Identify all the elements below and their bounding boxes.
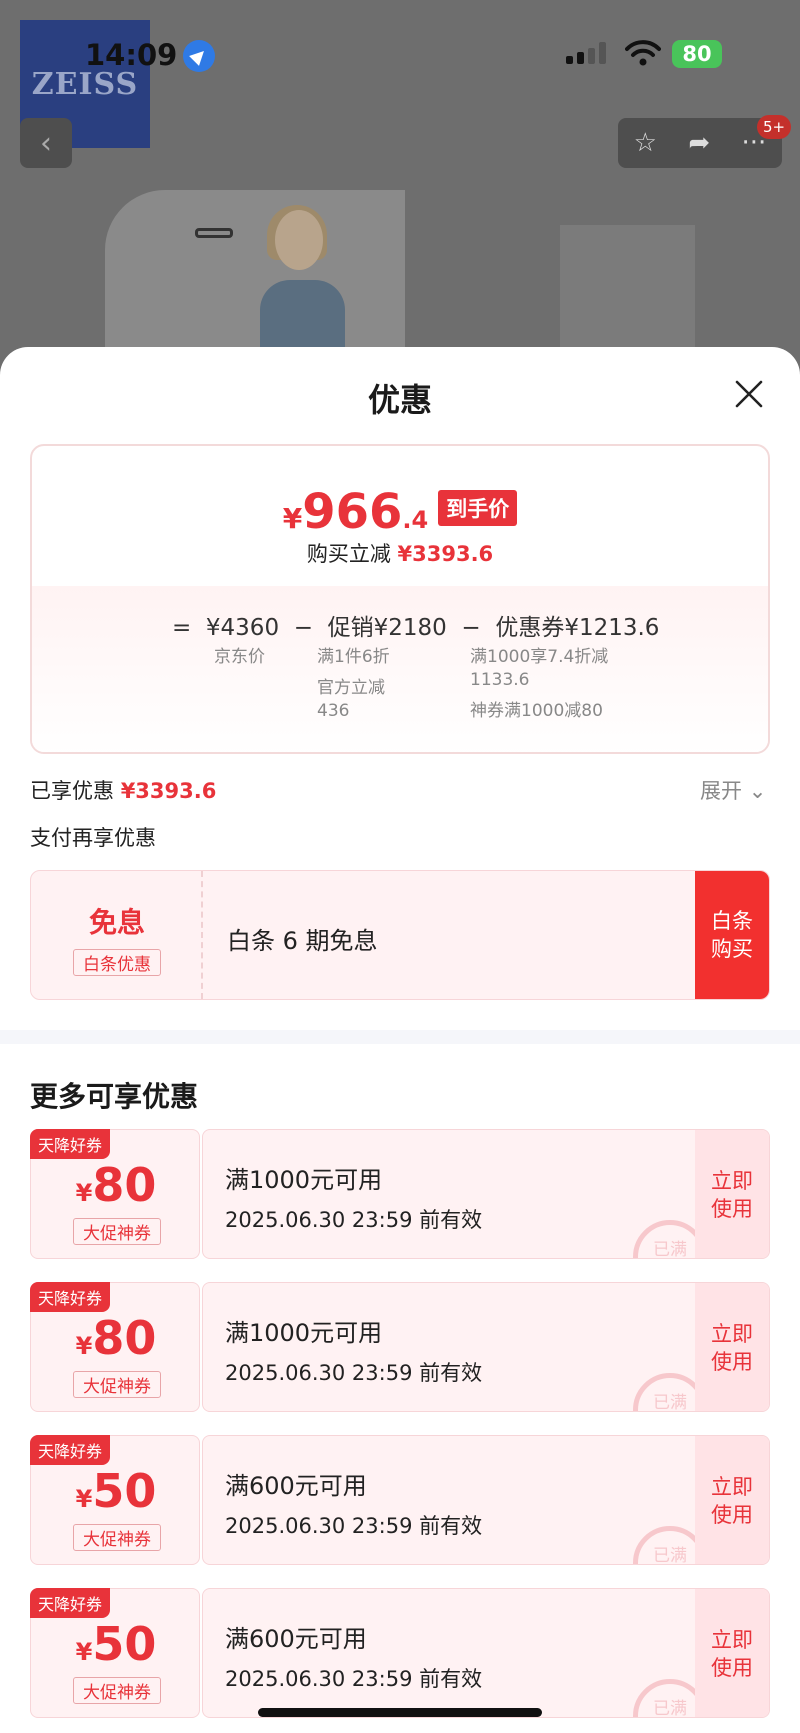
- coupon-condition: 满1000元可用: [225, 1166, 383, 1194]
- price-summary-card: ¥ 966 .4 到手价 购买立减 ¥3393.6 = ¥4360 − 促销¥2…: [30, 444, 770, 754]
- coupon-condition: 满600元可用: [225, 1472, 367, 1500]
- use-coupon-button[interactable]: 立即 使用: [695, 1283, 769, 1411]
- signal-icon: [566, 42, 610, 64]
- baitiao-description: 白条 6 期免息: [227, 927, 378, 955]
- coupon-note: 满1000享7.4折减 1133.6 神券满1000减80: [470, 647, 609, 721]
- interest-free-label: 免息: [88, 906, 145, 939]
- coupon-validity: 2025.06.30 23:59 前有效: [225, 1361, 483, 1385]
- coupon-amount: ¥50: [75, 1617, 157, 1671]
- chevron-left-icon: ‹: [40, 125, 52, 161]
- expand-button[interactable]: 展开 ⌄: [700, 775, 766, 805]
- sheet-title: 优惠: [367, 381, 432, 419]
- coupon-amount: ¥80: [75, 1311, 157, 1365]
- final-price: ¥ 966 .4 到手价: [32, 484, 768, 540]
- coupon-corner-tag: 天降好券: [30, 1282, 111, 1312]
- final-price-tag: 到手价: [438, 490, 518, 526]
- coupon-type-tag: 大促神券: [73, 1218, 161, 1245]
- coupon-card: 天降好券 ¥80 大促神券 满1000元可用 2025.06.30 23:59 …: [30, 1282, 770, 1412]
- coupon-type-tag: 大促神券: [73, 1371, 161, 1398]
- back-button[interactable]: ‹: [20, 118, 72, 168]
- coupon-validity: 2025.06.30 23:59 前有效: [225, 1667, 483, 1691]
- coupon-corner-tag: 天降好券: [30, 1435, 111, 1465]
- coupon-condition: 满1000元可用: [225, 1319, 383, 1347]
- use-coupon-button[interactable]: 立即 使用: [695, 1589, 769, 1717]
- list-price-note: 京东价: [214, 647, 265, 667]
- coupon-card: 天降好券 ¥50 大促神券 满600元可用 2025.06.30 23:59 前…: [30, 1588, 770, 1718]
- payment-offers-title: 支付再享优惠: [30, 826, 156, 850]
- coupon-card: 天降好券 ¥80 大促神券 满1000元可用 2025.06.30 23:59 …: [30, 1129, 770, 1259]
- coupon-amount: ¥80: [75, 1158, 157, 1212]
- coupon-validity: 2025.06.30 23:59 前有效: [225, 1208, 483, 1232]
- more-offers-title: 更多可享优惠: [30, 1080, 199, 1113]
- discount-sheet: 优惠 ¥ 966 .4 到手价 购买立减 ¥3393.6 = ¥4360 − 促…: [0, 347, 800, 1733]
- notification-badge: 5+: [757, 115, 791, 139]
- location-icon: [183, 40, 215, 72]
- section-divider: [0, 1030, 800, 1044]
- home-indicator: [258, 1708, 542, 1717]
- list-price: ¥4360: [205, 615, 280, 641]
- baitiao-offer-card[interactable]: 免息 白条优惠 白条 6 期免息 白条 购买: [30, 870, 770, 1000]
- reduction-summary: 购买立减 ¥3393.6: [306, 542, 494, 566]
- baitiao-tag: 白条优惠: [73, 949, 161, 976]
- star-icon[interactable]: ☆: [634, 128, 657, 158]
- share-icon[interactable]: ➦: [688, 128, 710, 158]
- use-coupon-button[interactable]: 立即 使用: [695, 1436, 769, 1564]
- coupon-condition: 满600元可用: [225, 1625, 367, 1653]
- wifi-icon: [625, 40, 661, 66]
- promo-amount: 促销¥2180: [327, 615, 447, 641]
- coupon-validity: 2025.06.30 23:59 前有效: [225, 1514, 483, 1538]
- enjoyed-discount: 已享优惠 ¥3393.6: [30, 779, 217, 803]
- coupon-corner-tag: 天降好券: [30, 1588, 111, 1618]
- price-breakdown: = ¥4360 − 促销¥2180 − 优惠券¥1213.6: [172, 615, 660, 641]
- close-icon[interactable]: [732, 377, 766, 411]
- use-coupon-button[interactable]: 立即 使用: [695, 1130, 769, 1258]
- baitiao-buy-button[interactable]: 白条 购买: [695, 871, 769, 999]
- coupon-amount: 优惠券¥1213.6: [495, 615, 660, 641]
- coupon-corner-tag: 天降好券: [30, 1129, 111, 1159]
- coupon-type-tag: 大促神券: [73, 1524, 161, 1551]
- battery-indicator: 80: [672, 40, 722, 68]
- coupon-card: 天降好券 ¥50 大促神券 满600元可用 2025.06.30 23:59 前…: [30, 1435, 770, 1565]
- coupon-amount: ¥50: [75, 1464, 157, 1518]
- promo-note: 满1件6折 官方立减 436: [317, 647, 390, 721]
- glasses-icon: [195, 228, 233, 238]
- coupon-type-tag: 大促神券: [73, 1677, 161, 1704]
- chevron-down-icon: ⌄: [748, 779, 767, 803]
- status-time: 14:09: [85, 38, 178, 72]
